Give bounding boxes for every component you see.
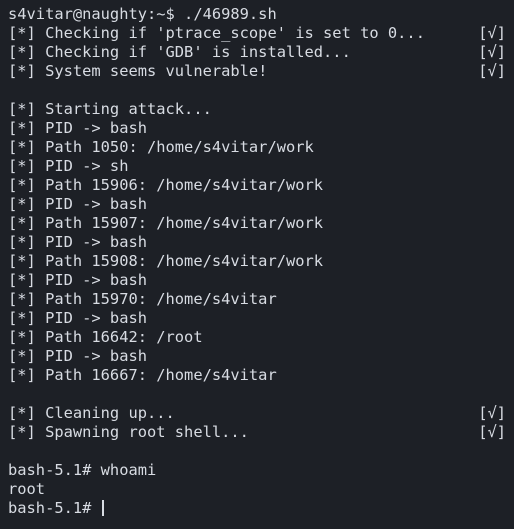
terminal-line: [*] Path 15906: /home/s4vitar/work	[8, 176, 506, 195]
terminal-line: [*] Path 16667: /home/s4vitar	[8, 366, 506, 385]
terminal-line: [*] Path 15907: /home/s4vitar/work	[8, 214, 506, 233]
terminal-line: [*] Spawning root shell... [√]	[8, 423, 506, 442]
terminal-line-text: [*] PID -> bash	[8, 271, 147, 289]
status-check: [√]	[478, 43, 506, 61]
terminal-line: bash-5.1# whoami	[8, 461, 506, 480]
terminal-line-text: bash-5.1# whoami	[8, 461, 157, 479]
terminal-prompt-line[interactable]: bash-5.1#	[8, 499, 506, 518]
terminal-line: [*] PID -> bash	[8, 271, 506, 290]
terminal-line-text: [*] PID -> bash	[8, 347, 147, 365]
text-cursor	[101, 500, 104, 516]
terminal-line-text: [*] Checking if 'ptrace_scope' is set to…	[8, 24, 425, 42]
status-check: [√]	[478, 423, 506, 441]
terminal-line-text: [*] Path 15907: /home/s4vitar/work	[8, 214, 324, 232]
terminal-line: [*] Path 1050: /home/s4vitar/work	[8, 138, 506, 157]
terminal-line: [*] PID -> sh	[8, 157, 506, 176]
terminal-line: root	[8, 480, 506, 499]
terminal-line: [*] Path 16642: /root	[8, 328, 506, 347]
terminal-line-text: s4vitar@naughty:~$ ./46989.sh	[8, 5, 277, 23]
terminal-line: [*] Path 15970: /home/s4vitar	[8, 290, 506, 309]
terminal-line: [*] Checking if 'ptrace_scope' is set to…	[8, 24, 506, 43]
status-check: [√]	[478, 62, 506, 80]
terminal-line: s4vitar@naughty:~$ ./46989.sh	[8, 5, 506, 24]
terminal-line-text: [*] Path 16642: /root	[8, 328, 203, 346]
terminal-line-text: [*] PID -> bash	[8, 119, 147, 137]
terminal-line: [*] Checking if 'GDB' is installed... [√]	[8, 43, 506, 62]
terminal-line-text: [*] PID -> bash	[8, 309, 147, 327]
terminal-line-text: [*] Checking if 'GDB' is installed...	[8, 43, 351, 61]
terminal-window[interactable]: s4vitar@naughty:~$ ./46989.sh [*] Checkin…	[0, 0, 514, 529]
terminal-line-text: [*] PID -> bash	[8, 195, 147, 213]
terminal-line: [*] Cleaning up... [√]	[8, 404, 506, 423]
status-check: [√]	[478, 404, 506, 422]
terminal-line: [*] System seems vulnerable! [√]	[8, 62, 506, 81]
terminal-line: [*] PID -> bash	[8, 195, 506, 214]
terminal-line: [*] PID -> bash	[8, 233, 506, 252]
terminal-line: [*] PID -> bash	[8, 309, 506, 328]
terminal-line-text: [*] Path 15906: /home/s4vitar/work	[8, 176, 324, 194]
terminal-line: [*] Starting attack...	[8, 100, 506, 119]
terminal-line: [*] PID -> bash	[8, 347, 506, 366]
terminal-line-text: [*] System seems vulnerable!	[8, 62, 268, 80]
terminal-line-text: [*] Cleaning up...	[8, 404, 175, 422]
terminal-line-text: [*] Path 15970: /home/s4vitar	[8, 290, 277, 308]
terminal-line-text: [*] Path 15908: /home/s4vitar/work	[8, 252, 324, 270]
terminal-line-text: [*] Path 16667: /home/s4vitar	[8, 366, 277, 384]
status-check: [√]	[478, 24, 506, 42]
terminal-line: [*] Path 15908: /home/s4vitar/work	[8, 252, 506, 271]
shell-prompt: bash-5.1#	[8, 499, 101, 517]
terminal-line-text: [*] Starting attack...	[8, 100, 212, 118]
terminal-line-text: [*] PID -> sh	[8, 157, 129, 175]
terminal-output: s4vitar@naughty:~$ ./46989.sh [*] Checkin…	[8, 5, 514, 499]
terminal-line-text: root	[8, 480, 46, 498]
terminal-line-text: [*] Spawning root shell...	[8, 423, 249, 441]
terminal-line: [*] PID -> bash	[8, 119, 506, 138]
terminal-line-text: [*] PID -> bash	[8, 233, 147, 251]
terminal-line-text: [*] Path 1050: /home/s4vitar/work	[8, 138, 314, 156]
